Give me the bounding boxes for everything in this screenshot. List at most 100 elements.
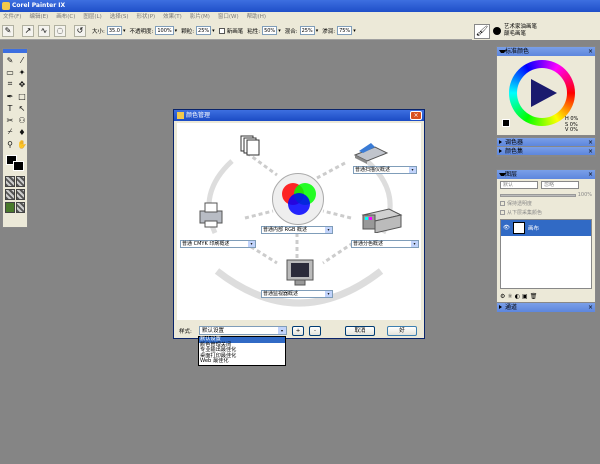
magnifier-icon[interactable]: ⚲: [4, 138, 16, 150]
composite-depth-select[interactable]: 忽略: [541, 181, 579, 189]
stroke-lasso-icon[interactable]: ◌: [54, 24, 66, 37]
opacity-arrow-icon[interactable]: ▾: [175, 28, 178, 34]
menu-effects[interactable]: 效果(T): [163, 12, 182, 22]
menu-shapes[interactable]: 形状(P): [137, 12, 156, 22]
pick-underlying-checkbox[interactable]: [500, 210, 505, 215]
mixer-panel-header[interactable]: 调色器 ×: [497, 138, 595, 147]
preserve-transparency-label: 保持透明度: [507, 201, 533, 207]
paint-bucket-icon[interactable]: ♦: [16, 126, 28, 138]
eye-icon[interactable]: 👁: [503, 225, 510, 231]
printer-profile-select[interactable]: 普通 CMYK 印刷概述 ▾: [180, 240, 256, 248]
preserve-transparency-checkbox[interactable]: [500, 201, 505, 206]
monitor-profile-select[interactable]: 普通监视器概述 ▾: [261, 290, 333, 298]
new-brush-checkbox[interactable]: [218, 27, 225, 34]
new-layer-icon[interactable]: ▣: [522, 293, 528, 300]
stroke-straight-icon[interactable]: ↗: [22, 24, 34, 37]
bleed-field[interactable]: 25%: [299, 26, 315, 35]
channels-panel: 通道 ×: [496, 302, 596, 312]
layer-commands-icon[interactable]: ⚙: [500, 293, 505, 300]
jitter-arrow-icon[interactable]: ▾: [353, 28, 356, 34]
opacity-field[interactable]: 100%: [155, 26, 174, 35]
cancel-button[interactable]: 取消: [345, 326, 375, 336]
brush-category-icon[interactable]: 🖌: [474, 23, 490, 39]
colorset-close-icon[interactable]: ×: [588, 147, 593, 156]
scissors-tool-icon[interactable]: ✂: [4, 114, 16, 126]
paper-selector-icon[interactable]: [5, 176, 15, 187]
menu-select[interactable]: 选择(S): [110, 12, 129, 22]
layer-opacity-slider[interactable]: [500, 193, 576, 197]
look-selector-icon[interactable]: [15, 202, 25, 213]
menu-window[interactable]: 窗口(W): [218, 12, 239, 22]
style-select[interactable]: 默认设置 ▾: [199, 326, 287, 335]
layer-mask-icon[interactable]: ◐: [515, 293, 520, 300]
menu-edit[interactable]: 编辑(E): [29, 12, 48, 22]
brush-variant[interactable]: 颠毛画笔: [504, 31, 537, 38]
layers-close-icon[interactable]: ×: [588, 170, 593, 179]
brush-icon[interactable]: ✎: [2, 24, 14, 37]
color-swatches[interactable]: [3, 153, 27, 175]
brush-category[interactable]: 艺术家油画笔: [504, 24, 537, 31]
layer-item-canvas[interactable]: 👁 画布: [501, 220, 591, 236]
resat-arrow-icon[interactable]: ▾: [278, 28, 281, 34]
grain-field[interactable]: 25%: [196, 26, 212, 35]
channels-close-icon[interactable]: ×: [588, 303, 593, 312]
channels-panel-header[interactable]: 通道 ×: [497, 303, 595, 312]
shape-select-icon[interactable]: ↖: [16, 102, 28, 114]
color-management-dialog: 颜色管理 × 普通扫描仪概述 ▾ 普通内部 RGB 概述 ▾ 普通 CMYK 印…: [173, 109, 425, 339]
reset-icon[interactable]: ↺: [74, 24, 86, 37]
separation-profile-select[interactable]: 普通分色概述 ▾: [351, 240, 419, 248]
grain-arrow-icon[interactable]: ▾: [212, 28, 215, 34]
pattern-selector-icon[interactable]: [15, 176, 25, 187]
style-option-web[interactable]: Web 最佳化: [199, 359, 285, 365]
add-style-button[interactable]: +: [292, 326, 304, 336]
panel-close-icon[interactable]: ×: [588, 47, 593, 56]
current-color-swatch[interactable]: [502, 119, 510, 127]
dialog-icon: [177, 112, 184, 119]
grabber-icon[interactable]: ✋: [16, 138, 28, 150]
layers-panel-header[interactable]: 图层 ×: [497, 170, 595, 179]
mixer-colorset-panels: 调色器 × 颜色集 ×: [496, 137, 596, 157]
rect-select-icon[interactable]: ▭: [4, 66, 16, 78]
size-field[interactable]: 35.0: [106, 26, 122, 35]
scanner-profile-select[interactable]: 普通扫描仪概述 ▾: [353, 166, 417, 174]
remove-style-button[interactable]: -: [309, 326, 321, 336]
stroke-freehand-icon[interactable]: ∿: [38, 24, 50, 37]
dropper-tool-icon[interactable]: ⁄: [16, 54, 28, 66]
ok-button[interactable]: 好: [387, 326, 417, 336]
transform-tool-icon[interactable]: ✥: [16, 78, 28, 90]
menu-layers[interactable]: 图层(L): [83, 12, 101, 22]
composite-method-select[interactable]: 默认: [500, 181, 538, 189]
gradient-selector-icon[interactable]: [5, 189, 15, 200]
delete-layer-icon[interactable]: 🗑: [530, 293, 538, 300]
wand-tool-icon[interactable]: ✦: [16, 66, 28, 78]
bleed-arrow-icon[interactable]: ▾: [316, 28, 319, 34]
menu-help[interactable]: 帮助(H): [247, 12, 266, 22]
crop-tool-icon[interactable]: ⌗: [4, 78, 16, 90]
pen-tool-icon[interactable]: ✒: [4, 90, 16, 102]
text-tool-icon[interactable]: T: [4, 102, 16, 114]
menu-canvas[interactable]: 画布(C): [56, 12, 75, 22]
weave-selector-icon[interactable]: [15, 189, 25, 200]
rect-shape-icon[interactable]: □: [16, 90, 28, 102]
saturation-value-triangle[interactable]: [531, 79, 557, 107]
dialog-title: 颜色管理: [186, 112, 211, 119]
monitor-icon: [285, 258, 315, 288]
size-arrow-icon[interactable]: ▾: [123, 28, 126, 34]
color-panel-header[interactable]: 标准颜色 ×: [497, 47, 595, 56]
printer-icon: [197, 201, 227, 229]
menu-movie[interactable]: 影片(M): [190, 12, 210, 22]
bleed-label: 混合:: [284, 28, 298, 35]
dialog-close-button[interactable]: ×: [410, 111, 422, 120]
colorset-panel-header[interactable]: 颜色集 ×: [497, 147, 595, 156]
dynamic-plugins-icon[interactable]: ⚛: [507, 293, 512, 300]
menu-file[interactable]: 文件(F): [3, 12, 21, 22]
brush-tool-icon[interactable]: ✎: [4, 54, 16, 66]
mixer-close-icon[interactable]: ×: [588, 138, 593, 147]
additional-color-swatch[interactable]: [13, 161, 24, 171]
nozzle-selector-icon[interactable]: [5, 202, 15, 213]
jitter-field[interactable]: 75%: [337, 26, 353, 35]
resat-field[interactable]: 50%: [262, 26, 278, 35]
internal-rgb-profile-select[interactable]: 普通内部 RGB 概述 ▾: [261, 226, 333, 234]
rubber-stamp-icon[interactable]: ⚇: [16, 114, 28, 126]
eyedropper-tool-icon[interactable]: ⌿: [4, 126, 16, 138]
